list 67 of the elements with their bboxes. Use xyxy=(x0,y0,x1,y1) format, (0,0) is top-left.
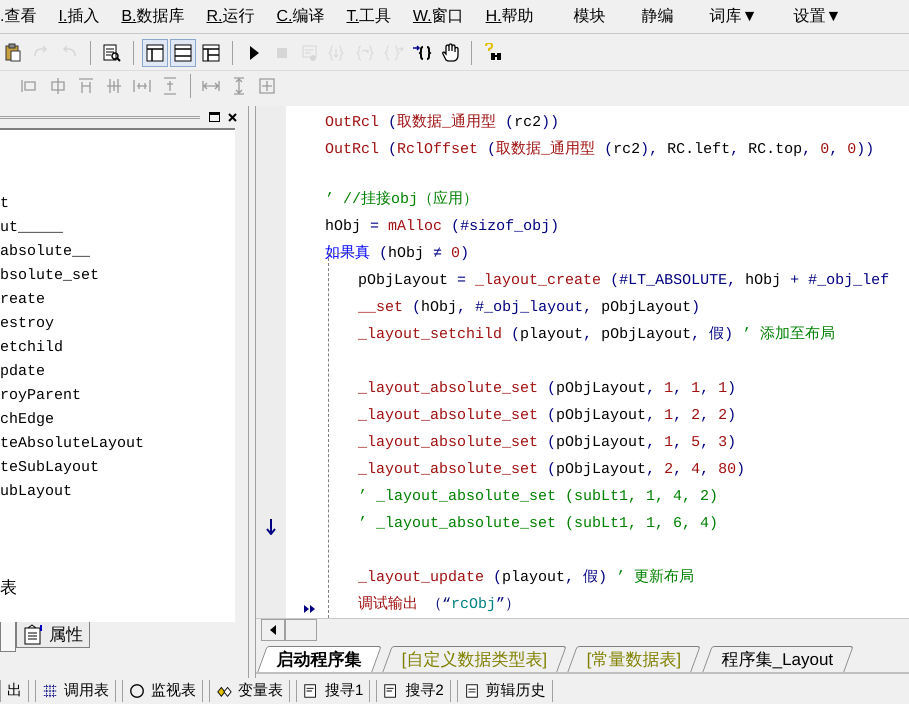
code-line: ’ _layout_absolute_set (subLt1, 1, 6, 4) xyxy=(358,514,718,534)
code-line: ’ //挂接obj（应用） xyxy=(325,189,478,210)
bottom-tab[interactable]: 搜寻1 xyxy=(296,680,370,702)
window-layout-icon[interactable] xyxy=(170,39,196,67)
code-line: ’ _layout_absolute_set (subLt1, 1, 4, 2) xyxy=(358,487,718,507)
code-line: _layout_setchild (playout, pObjLayout, 假) ’ 添加至布局 xyxy=(358,324,836,345)
menu-item[interactable]: 词库▼ xyxy=(710,4,758,28)
menu-item[interactable]: B.数据库 xyxy=(121,4,184,28)
code-line: _layout_absolute_set (pObjLayout, 1, 5, 3) xyxy=(358,433,736,453)
list-item[interactable]: absolute__ xyxy=(0,240,235,264)
list-item[interactable]: bsolute_set xyxy=(0,264,235,288)
menu-item[interactable]: 静编 xyxy=(642,4,674,28)
editor-tab[interactable]: 程序集_Layout xyxy=(702,646,854,672)
list-item[interactable]: ubLayout xyxy=(0,480,235,504)
menu-item[interactable]: 模块 xyxy=(574,4,606,28)
bottom-tab[interactable]: 变量表 xyxy=(209,680,290,702)
code-line: hObj = mAlloc (#sizof_obj) xyxy=(325,217,560,237)
list-item[interactable]: etchild xyxy=(0,336,235,360)
close-button[interactable] xyxy=(228,112,237,122)
window-layout-icon[interactable] xyxy=(142,39,168,67)
bottom-tab[interactable]: 剪辑历史 xyxy=(456,680,553,702)
bottom-tab[interactable]: 监视表 xyxy=(122,680,203,702)
menu-item[interactable]: 设置▼ xyxy=(793,4,842,28)
menu-item[interactable]: T.工具 xyxy=(346,4,391,28)
bottom-tab[interactable]: 搜寻2 xyxy=(376,680,451,702)
list-item[interactable]: ut_____ xyxy=(0,216,235,240)
code-line: 调试输出 （“rcObj”） xyxy=(358,594,520,615)
code-line: _layout_absolute_set (pObjLayout, 2, 4, 80) xyxy=(358,460,746,480)
document-icon xyxy=(464,683,480,699)
clipboard-icon xyxy=(23,624,45,646)
menu-item[interactable]: .查看 xyxy=(0,4,36,28)
editor-tab[interactable]: [常量数据表] xyxy=(568,646,702,672)
menu-item[interactable]: I.插入 xyxy=(58,4,100,28)
left-triangle-icon xyxy=(270,625,276,635)
list-item[interactable]: pdate xyxy=(0,360,235,384)
document-icon xyxy=(303,683,319,699)
splitter-bar[interactable] xyxy=(248,106,256,678)
list-item[interactable]: estroy xyxy=(0,312,235,336)
menu-item[interactable]: H.帮助 xyxy=(486,4,534,28)
code-line: _layout_update (playout, 假) ’ 更新布局 xyxy=(358,568,694,588)
scroll-left-button[interactable] xyxy=(261,619,285,641)
code-line: __set (hObj, #_obj_layout, pObjLayout) xyxy=(358,298,700,318)
code-line: _layout_absolute_set (pObjLayout, 1, 2, 2) xyxy=(358,406,736,426)
maximize-button[interactable] xyxy=(209,112,220,122)
panel-tab[interactable] xyxy=(0,622,16,652)
list-item[interactable]: teSubLayout xyxy=(0,456,235,480)
list-item[interactable]: royParent xyxy=(0,384,235,408)
bottom-tab[interactable]: 调用表 xyxy=(35,680,116,702)
menu-item[interactable]: W.窗口 xyxy=(412,4,464,28)
editor-tab[interactable]: [自定义数据类型表] xyxy=(382,646,568,672)
list-item[interactable]: 表 xyxy=(0,576,17,600)
scrollbar-thumb[interactable] xyxy=(285,619,317,641)
grid-icon xyxy=(42,683,58,699)
list-item[interactable]: chEdge xyxy=(0,408,235,432)
code-line: OutRcl (RclOffset (取数据_通用型 (rc2), RC.left, RC.top, 0, 0)) xyxy=(325,140,874,160)
list-item[interactable]: reate xyxy=(0,288,235,312)
menu-item[interactable]: R.运行 xyxy=(206,4,254,28)
code-line: pObjLayout = _layout_create (#LT_ABSOLUTE, hObj + #_obj_lef xyxy=(358,271,890,291)
list-item[interactable]: teAbsoluteLayout xyxy=(0,432,235,456)
panel-tab[interactable]: 属性 xyxy=(16,622,90,648)
list-item[interactable]: t xyxy=(0,192,235,216)
code-line: _layout_absolute_set (pObjLayout, 1, 1, 1) xyxy=(358,379,736,399)
menu-item[interactable]: C.编译 xyxy=(276,4,324,28)
code-line: OutRcl (取数据_通用型 (rc2)) xyxy=(325,112,560,133)
bottom-tab[interactable]: 出 xyxy=(0,680,29,702)
circle-icon xyxy=(129,683,145,699)
editor-tab[interactable]: 启动程序集 xyxy=(257,646,382,672)
